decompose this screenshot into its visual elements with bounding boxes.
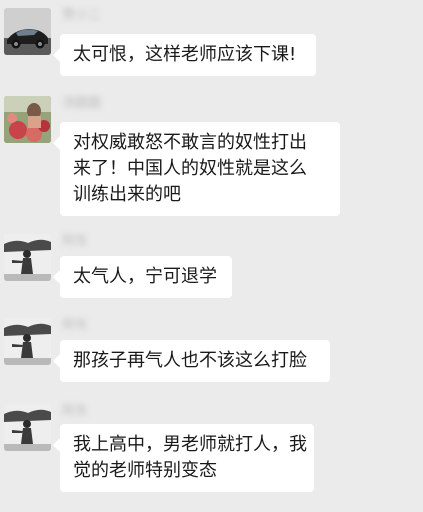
- message-bubble[interactable]: 那孩子再气人也不该这么打脸: [53, 340, 330, 382]
- person-photo-avatar-icon: [4, 234, 51, 281]
- avatar[interactable]: [4, 318, 51, 365]
- message-text: 觉的老师特别变态: [73, 460, 217, 481]
- person-photo-avatar-icon: [4, 318, 51, 365]
- message-text: 太气人，宁可退学: [73, 266, 217, 287]
- avatar[interactable]: [4, 404, 51, 451]
- sender-nickname: 阿东: [62, 318, 89, 333]
- sender-nickname: 贾小二: [62, 8, 102, 23]
- message-text: 对权威敢怒不敢言的奴性打出: [73, 132, 307, 153]
- message-bubble[interactable]: 太可恨，这样老师应该下课!: [53, 34, 316, 76]
- person-photo-avatar-icon: [4, 404, 51, 451]
- message-text: 来了！中国人的奴性就是这么: [73, 158, 307, 179]
- message-text: 我上高中，男老师就打人，我: [73, 434, 307, 455]
- sender-nickname: 汤圆圆: [62, 96, 102, 111]
- car-avatar-icon: [4, 8, 51, 55]
- message-bubble[interactable]: 太气人，宁可退学: [53, 256, 232, 298]
- flowers-avatar-icon: [4, 96, 51, 143]
- message-bubble[interactable]: 对权威敢怒不敢言的奴性打出 来了！中国人的奴性就是这么 训练出来的吧: [53, 122, 340, 216]
- sender-nickname: 阿东: [62, 234, 89, 249]
- message-bubble[interactable]: 我上高中，男老师就打人，我 觉的老师特别变态: [53, 424, 314, 492]
- avatar[interactable]: [4, 8, 51, 55]
- avatar[interactable]: [4, 96, 51, 143]
- message-text: 训练出来的吧: [73, 184, 181, 205]
- message-text: 太可恨，这样老师应该下课!: [73, 44, 297, 65]
- avatar[interactable]: [4, 234, 51, 281]
- sender-nickname: 阿东: [62, 404, 89, 419]
- message-text: 那孩子再气人也不该这么打脸: [73, 350, 307, 371]
- chat-thread: 贾小二 太可恨，这样老师应该下课! 汤圆圆 对权威敢怒不敢言的奴性打出 来了！中…: [0, 0, 423, 512]
